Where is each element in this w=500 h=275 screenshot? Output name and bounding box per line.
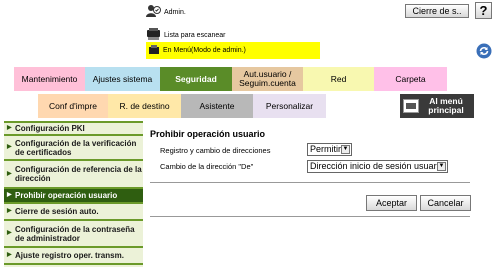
arrow-right-icon: ▶ <box>7 208 12 214</box>
status-label: Lista para escanear <box>164 32 226 39</box>
sidebar-item-cert-verification[interactable]: ▶ Configuración de la verificación de ce… <box>4 136 143 161</box>
tab-conf-impre[interactable]: Conf d'impre <box>38 93 108 118</box>
arrow-right-icon: ▶ <box>7 230 12 236</box>
tab-personalizar[interactable]: Personalizar <box>253 93 326 118</box>
arrow-right-icon: ▶ <box>7 192 12 198</box>
home-icon <box>403 99 419 115</box>
sidebar-item-label: Configuración PKI <box>15 124 85 133</box>
sidebar-item-label: Configuración de la contraseña de admini… <box>15 224 135 243</box>
device-status: Lista para escanear <box>146 28 225 43</box>
sidebar-item-label: Configuración de referencia de la direcc… <box>15 165 142 183</box>
accept-button[interactable]: Aceptar <box>366 195 417 211</box>
arrow-right-icon: ▶ <box>7 252 12 258</box>
tab-seguridad[interactable]: Seguridad <box>160 66 232 91</box>
chevron-down-icon: ▼ <box>341 145 350 154</box>
tab-red[interactable]: Red <box>303 66 374 91</box>
divider <box>150 216 470 217</box>
admin-user-indicator: Admin. <box>146 4 186 20</box>
tab-asistente[interactable]: Asistente <box>181 93 253 118</box>
tab-carpeta[interactable]: Carpeta <box>374 66 447 91</box>
sidebar: ▶ Configuración PKI ▶ Configuración de l… <box>4 121 143 267</box>
sidebar-item-label: Cierre de sesión auto. <box>15 207 99 216</box>
sidebar-item-pki[interactable]: ▶ Configuración PKI <box>4 123 143 136</box>
sidebar-item-auto-logout[interactable]: ▶ Cierre de sesión auto. <box>4 204 143 221</box>
divider <box>150 182 470 183</box>
tab-aut-usuario[interactable]: Aut.usuario / Seguim.cuenta <box>232 66 303 91</box>
tab-mantenimiento[interactable]: Mantenimiento <box>14 66 85 91</box>
sidebar-item-label: Configuración de la verificación de cert… <box>15 138 137 157</box>
sidebar-item-transmission-log[interactable]: ▶ Ajuste registro oper. transm. <box>4 248 143 265</box>
scanner-icon <box>146 28 161 43</box>
tab-ajustes-sistema[interactable]: Ajustes sistema <box>85 66 160 91</box>
logout-button[interactable]: Cierre de s.. <box>405 4 469 18</box>
sidebar-item-address-reference[interactable]: ▶ Configuración de referencia de la dire… <box>4 161 143 189</box>
sidebar-item-admin-password[interactable]: ▶ Configuración de la contraseña de admi… <box>4 221 143 248</box>
refresh-icon[interactable] <box>476 43 492 59</box>
main-menu-button[interactable]: Al menú principal <box>400 93 474 118</box>
admin-icon <box>146 4 161 20</box>
sidebar-item-label: Ajuste registro oper. transm. <box>15 251 124 260</box>
chevron-down-icon: ▼ <box>437 162 446 171</box>
address-registration-label: Registro y cambio de direcciones <box>160 146 271 155</box>
page-title: Prohibir operación usuario <box>150 129 266 139</box>
help-button[interactable]: ? <box>475 2 492 19</box>
tab-r-destino[interactable]: R. de destino <box>108 93 181 118</box>
mode-banner: En Menú(Modo de admin.) <box>146 42 320 59</box>
from-address-select[interactable]: Dirección inicio de sesión usuario ▼ <box>307 160 448 173</box>
sidebar-item-label: Prohibir operación usuario <box>15 191 118 200</box>
arrow-right-icon: ▶ <box>7 144 12 150</box>
select-value: Dirección inicio de sesión usuario <box>310 161 444 171</box>
admin-label: Admin. <box>164 8 186 16</box>
address-registration-select[interactable]: Permitir ▼ <box>307 143 352 156</box>
arrow-right-icon: ▶ <box>7 125 12 131</box>
arrow-right-icon: ▶ <box>7 170 12 177</box>
menu-mode-icon <box>148 44 160 58</box>
sidebar-item-prohibit-user-operation[interactable]: ▶ Prohibir operación usuario <box>4 189 143 204</box>
from-address-label: Cambio de la dirección "De" <box>160 162 254 171</box>
select-value: Permitir <box>310 144 341 154</box>
main-menu-label: Al menú principal <box>428 96 464 115</box>
cancel-button[interactable]: Cancelar <box>420 195 471 211</box>
mode-label: En Menú(Modo de admin.) <box>163 47 246 54</box>
